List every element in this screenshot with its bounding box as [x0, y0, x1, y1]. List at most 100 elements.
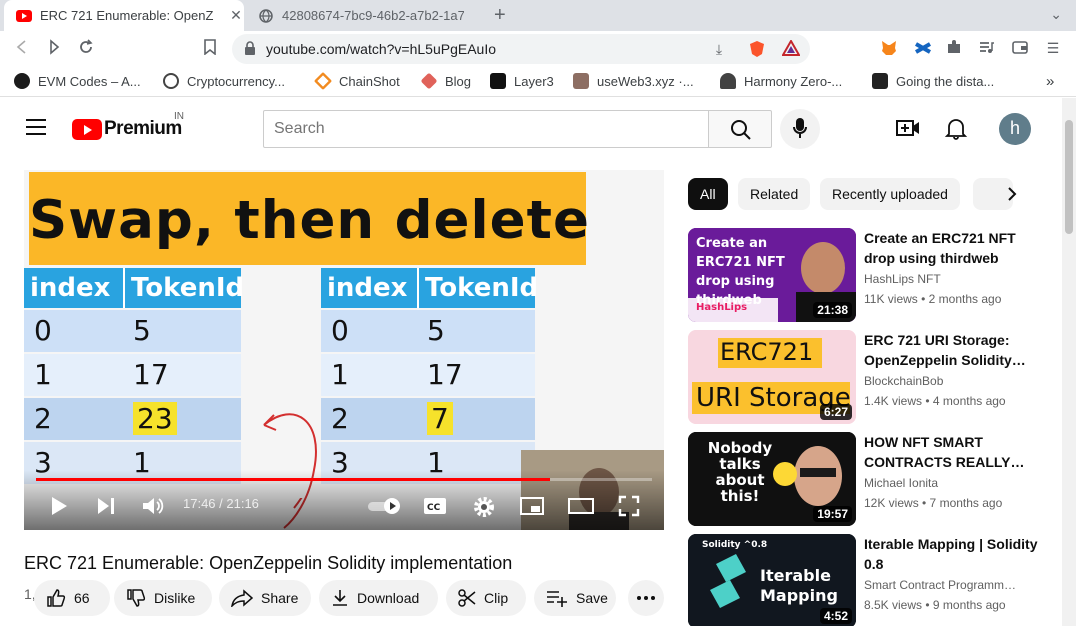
chevron-right-icon[interactable]	[1006, 186, 1018, 207]
bookmark-item[interactable]: EVM Codes – A...	[14, 73, 141, 89]
search-box[interactable]	[263, 110, 709, 148]
country-code: IN	[174, 111, 184, 122]
play-button[interactable]	[50, 496, 68, 521]
bookmark-item[interactable]: useWeb3.xyz ·...	[573, 73, 694, 89]
youtube-premium-logo[interactable]: Premium IN	[72, 111, 184, 140]
fullscreen-button[interactable]	[618, 495, 640, 522]
chip-recently-uploaded[interactable]: Recently uploaded	[820, 178, 960, 210]
metamask-icon[interactable]	[880, 39, 898, 57]
new-tab-icon[interactable]: +	[494, 4, 506, 27]
bookmark-item[interactable]: Blog	[420, 72, 471, 90]
volume-button[interactable]	[142, 496, 164, 521]
url-text[interactable]: youtube.com/watch?v=hL5uPgEAuIo	[266, 41, 496, 57]
clip-button[interactable]: Clip	[446, 580, 526, 616]
chip-all[interactable]: All	[688, 178, 728, 210]
recommendation-item[interactable]: Nobody talks about this! 19:57 HOW NFT S…	[688, 432, 1044, 526]
recommendation-title[interactable]: ERC 721 URI Storage: OpenZeppelin Solidi…	[864, 330, 1040, 370]
page-scrollbar[interactable]	[1062, 98, 1076, 626]
tab-strip: ERC 721 Enumerable: OpenZ ✕ 42808674-7bc…	[0, 0, 1076, 31]
channel-name[interactable]: Smart Contract Programm…	[864, 578, 1040, 592]
close-tab-icon[interactable]: ✕	[228, 7, 244, 24]
duration-badge: 6:27	[819, 404, 852, 420]
more-actions-button[interactable]	[628, 580, 664, 616]
subtitles-button[interactable]: CC	[423, 497, 447, 520]
playlist-add-icon	[546, 589, 568, 607]
recommendation-title[interactable]: Iterable Mapping | Solidity 0.8	[864, 534, 1040, 574]
thumbnail-caption: Create an ERC721 NFT drop using thirdweb	[696, 236, 785, 308]
chip-related[interactable]: Related	[738, 178, 811, 210]
install-app-icon[interactable]: ⤓	[710, 40, 728, 58]
search-input[interactable]	[264, 111, 708, 147]
chainshot-icon	[313, 71, 333, 91]
video-thumbnail[interactable]: Create an ERC721 NFT drop using thirdweb…	[688, 228, 856, 322]
youtube-play-logo-icon	[72, 118, 102, 140]
video-thumbnail[interactable]: Nobody talks about this! 19:57	[688, 432, 856, 526]
recommendation-item[interactable]: ERC721 URI Storage 6:27 ERC 721 URI Stor…	[688, 330, 1044, 424]
video-thumbnail[interactable]: ERC721 URI Storage 6:27	[688, 330, 856, 424]
video-thumbnail[interactable]: Solidity ^0.8 Iterable Mapping 4:52	[688, 534, 856, 626]
recommendation-item[interactable]: Solidity ^0.8 Iterable Mapping 4:52 Iter…	[688, 534, 1044, 626]
extension-blue-icon[interactable]	[914, 39, 932, 57]
menu-icon[interactable]: ☰	[1044, 39, 1062, 57]
search-button[interactable]	[708, 110, 772, 148]
theater-mode-button[interactable]	[568, 498, 594, 519]
tab-search-chevron-icon[interactable]: ⌄	[1050, 6, 1062, 23]
thumbnail-brand: HashLips	[696, 302, 748, 313]
guide-menu-icon[interactable]	[26, 119, 46, 135]
view-meta: 1.4K views • 4 months ago	[864, 394, 1006, 408]
brave-shield-icon[interactable]	[748, 40, 766, 58]
scrollbar-thumb[interactable]	[1065, 120, 1073, 234]
address-bar[interactable]: youtube.com/watch?v=hL5uPgEAuIo ⤓	[232, 34, 810, 64]
settings-button[interactable]	[473, 496, 495, 523]
autoplay-toggle[interactable]	[366, 496, 402, 521]
table-cell: 5	[123, 310, 241, 352]
bookmark-item[interactable]: Harmony Zero-...	[720, 73, 842, 89]
puzzle-icon[interactable]	[945, 39, 963, 57]
thumbnail-caption: Iterable Mapping	[760, 566, 838, 605]
bookmark-item[interactable]: Going the dista...	[872, 73, 994, 89]
table-header: TokenId	[123, 268, 244, 308]
video-player[interactable]: Swap, then delete index TokenId 0 5 1 17…	[24, 170, 664, 530]
create-video-button[interactable]	[896, 116, 920, 140]
reload-icon[interactable]	[76, 39, 96, 59]
share-button[interactable]: Share	[219, 580, 311, 616]
more-bookmarks-icon[interactable]: »	[1046, 73, 1054, 90]
lock-icon	[244, 41, 256, 58]
channel-name[interactable]: Michael Ionita	[864, 476, 1040, 490]
autoplay-toggle-icon	[368, 498, 400, 514]
progress-bar[interactable]	[36, 478, 652, 481]
bookmark-item[interactable]: ChainShot	[313, 71, 400, 91]
channel-name[interactable]: BlockchainBob	[864, 374, 1040, 388]
view-meta: 11K views • 2 months ago	[864, 292, 1002, 306]
miniplayer-button[interactable]	[520, 497, 544, 520]
play-icon	[52, 497, 67, 515]
download-button[interactable]: Download	[319, 580, 438, 616]
channel-name[interactable]: HashLips NFT	[864, 272, 1040, 286]
bookmark-page-icon[interactable]	[200, 39, 220, 59]
cc-icon: CC	[424, 498, 446, 514]
forward-icon[interactable]	[44, 39, 64, 59]
recommendation-title[interactable]: Create an ERC721 NFT drop using thirdweb	[864, 228, 1040, 268]
dislike-label: Dislike	[154, 590, 196, 606]
voice-search-button[interactable]	[780, 109, 820, 149]
brave-rewards-icon[interactable]	[781, 38, 801, 58]
svg-text:CC: CC	[427, 503, 441, 513]
avatar[interactable]: h	[999, 113, 1031, 145]
recommendation-item[interactable]: Create an ERC721 NFT drop using thirdweb…	[688, 228, 1044, 322]
table-cell: 17	[417, 354, 535, 396]
back-icon[interactable]	[12, 39, 32, 59]
tab-youtube[interactable]: ERC 721 Enumerable: OpenZ ✕	[4, 0, 244, 31]
bookmark-item[interactable]: Cryptocurrency...	[163, 73, 285, 89]
next-button[interactable]	[96, 497, 116, 520]
like-button[interactable]: 66	[34, 580, 110, 616]
wallet-icon[interactable]	[1011, 39, 1029, 57]
recommendation-title[interactable]: HOW NFT SMART CONTRACTS REALLY…	[864, 432, 1040, 472]
dislike-button[interactable]: Dislike	[114, 580, 212, 616]
save-button[interactable]: Save	[534, 580, 616, 616]
globe-icon	[258, 8, 274, 24]
bookmark-item[interactable]: Layer3	[490, 73, 554, 89]
media-queue-icon[interactable]	[977, 39, 995, 57]
tab-second[interactable]: 42808674-7bc9-46b2-a7b2-1a7	[246, 0, 486, 31]
notifications-button[interactable]	[944, 116, 968, 140]
share-label: Share	[261, 590, 299, 606]
